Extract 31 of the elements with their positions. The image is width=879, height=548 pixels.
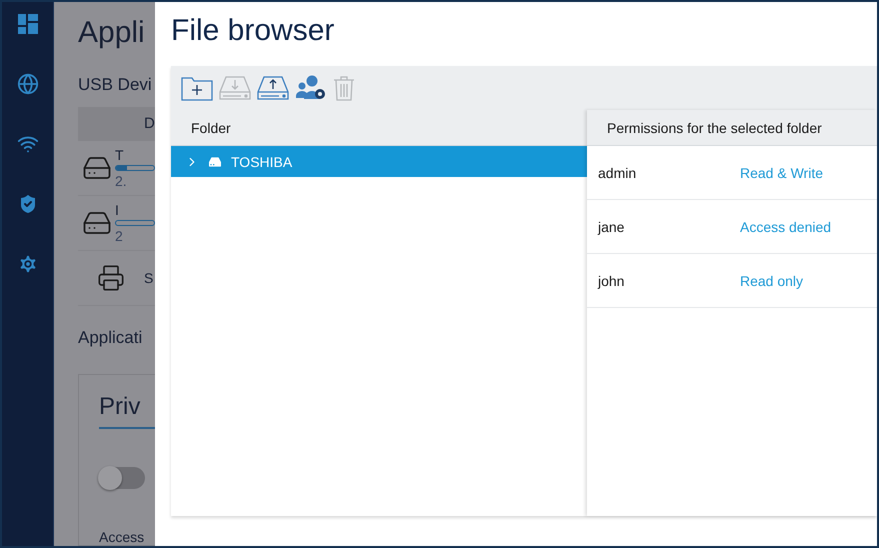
toggle-switch[interactable] bbox=[99, 466, 145, 489]
dialog-title: File browser bbox=[171, 14, 336, 48]
printer-icon bbox=[97, 264, 125, 292]
device-name: S bbox=[144, 270, 154, 286]
user-name: john bbox=[598, 272, 626, 288]
usage-bar bbox=[115, 165, 155, 172]
globe-icon[interactable] bbox=[16, 73, 38, 95]
access-link[interactable]: Read & Write bbox=[740, 164, 823, 180]
setting-label: Access bbox=[99, 528, 146, 545]
drive-upload-icon bbox=[257, 75, 289, 101]
toolbar-button[interactable] bbox=[295, 74, 327, 102]
page-title: Appli bbox=[78, 16, 146, 51]
user-name: jane bbox=[598, 218, 626, 234]
user-name: admin bbox=[598, 164, 638, 180]
device-name: T bbox=[115, 147, 125, 164]
device-name: I bbox=[115, 202, 120, 218]
dashboard-icon[interactable] bbox=[18, 14, 38, 34]
access-link[interactable]: Access denied bbox=[740, 218, 832, 234]
table-header: D bbox=[78, 106, 155, 142]
access-link[interactable]: Read only bbox=[740, 272, 804, 288]
folder-row[interactable]: TOSHIBA bbox=[171, 146, 587, 177]
section-heading: Applicati bbox=[78, 328, 144, 348]
new-folder-icon bbox=[181, 75, 213, 101]
users-gear-icon bbox=[295, 75, 327, 101]
section-heading: USB Devi bbox=[78, 74, 153, 95]
column-header: Permissions for the selected folder bbox=[587, 110, 877, 146]
drive-download-icon bbox=[219, 75, 251, 101]
device-size: 2. bbox=[115, 173, 128, 190]
column-header: Folder bbox=[171, 110, 587, 146]
device-size: 2 bbox=[115, 228, 124, 244]
trash-icon bbox=[333, 75, 355, 101]
